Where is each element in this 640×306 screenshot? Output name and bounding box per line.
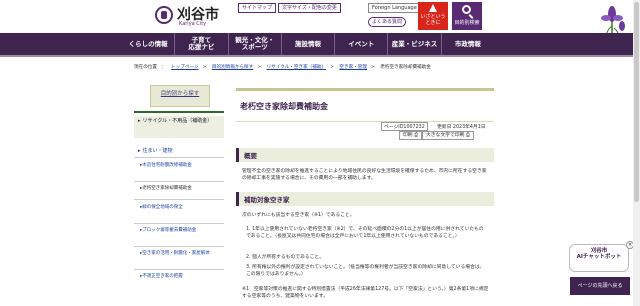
printer-icon: ⎙ xyxy=(414,133,418,138)
updated-date: 更新日 2023年4月1日 xyxy=(437,125,486,130)
nav-underline xyxy=(0,55,640,57)
large-print-label: 大きな文字で印刷 xyxy=(426,133,465,138)
foreign-language-link[interactable]: Foreign Language xyxy=(368,3,421,13)
breadcrumb-link[interactable]: リサイクル・空き家（補助） xyxy=(267,65,327,70)
nav-city-admin[interactable]: 市政情報 xyxy=(442,33,494,55)
site-header: 刈谷市 Kariya City サイトマップ 文字サイズ・配色の変更 Forei… xyxy=(0,0,640,44)
ai-chatbot-button[interactable]: 刈谷市 AIチャットボット × xyxy=(569,241,634,272)
global-nav: くらしの情報 子育て 応援ナビ 観光・文化・ スポーツ 施設情報 イベント 産業… xyxy=(122,33,494,55)
sidebar-item-label: 住まい・建物 xyxy=(142,148,173,154)
sidebar-subitem[interactable]: ▸木造住宅耐震改修補助金 xyxy=(140,163,220,169)
nav-events[interactable]: イベント xyxy=(335,33,389,55)
main-content: 老朽空き家除却費補助金 ページID1007232 更新日 2023年4月1日 印… xyxy=(236,80,494,306)
site-logo[interactable]: 刈谷市 Kariya City xyxy=(155,4,225,30)
breadcrumb-link[interactable]: トップページ xyxy=(171,65,198,70)
city-emblem-icon xyxy=(155,6,173,24)
sidebar-item-recycle[interactable]: ▸ リサイクル・不用品（補助金） xyxy=(134,116,224,138)
sidebar-item-label: リサイクル・不用品（補助金） xyxy=(142,118,213,124)
sidebar-header-label: 目的別から探す xyxy=(160,91,200,97)
eligibility-item: 2. 個人が所有するものであること。 xyxy=(246,255,325,260)
breadcrumb-link[interactable]: 目的別情報から探す xyxy=(212,65,253,70)
nav-facilities[interactable]: 施設情報 xyxy=(282,33,336,55)
arrow-icon: ▸ xyxy=(138,118,141,124)
printer-icon: ⎙ xyxy=(465,133,470,138)
sidebar-subitem-label: ブロック塀等撤去費補助金 xyxy=(142,228,197,233)
page: 刈谷市 Kariya City サイトマップ 文字サイズ・配色の変更 Forei… xyxy=(0,0,640,306)
purpose-search-button[interactable]: 目的別検索 xyxy=(452,2,482,30)
back-to-top-button[interactable]: ページの先頭へ戻る xyxy=(570,277,630,295)
nav-living[interactable]: くらしの情報 xyxy=(122,33,176,55)
faq-link[interactable]: よくある質問 xyxy=(368,17,407,27)
large-print-button[interactable]: 大きな文字で印刷 ⎙ xyxy=(422,131,474,140)
sidebar-subitem-label: 木造住宅耐震改修補助金 xyxy=(142,163,192,168)
eligibility-item: 1. 1年以上使用されていない老朽空き家（※2）で、その延べ面積の2分の1以上が… xyxy=(246,227,484,239)
eligibility-note: ※1 空家等対策の推進に関する特別措置法（平成26年法律第127号。以下「空家法… xyxy=(242,287,489,299)
overview-text: 管理不全の空き家の除却を推進することにより地域住民の良好な生活環境を確保するため… xyxy=(242,169,487,181)
eligibility-intro: 次のいずれにも該当する空き家（※1）であること。 xyxy=(242,213,355,218)
page-title-box: 老朽空き家除却費補助金 xyxy=(236,88,494,122)
logo-sub: Kariya City xyxy=(179,21,207,27)
sidebar-header[interactable]: 目的別から探す xyxy=(150,85,210,107)
faq-label: よくある質問 xyxy=(372,19,403,25)
section-heading: 概要 xyxy=(236,148,494,162)
emergency-button[interactable]: いざという ときに xyxy=(418,2,448,30)
sidebar-subitem-current[interactable]: ▸老朽空き家除却費補助金 xyxy=(140,186,220,192)
arrow-icon: ▸ xyxy=(138,148,141,154)
sidebar-divider xyxy=(134,181,224,182)
sidebar-divider xyxy=(134,246,224,247)
sidebar-subitem-label: 不適正空き家の把握 xyxy=(142,274,183,279)
page-title: 老朽空き家除却費補助金 xyxy=(240,102,328,111)
sidebar-divider xyxy=(134,157,224,158)
section-heading-text: 概要 xyxy=(244,152,257,160)
sidebar-rule xyxy=(134,111,224,113)
page-id: ページID1007232 xyxy=(381,122,428,131)
sidebar-subitem[interactable]: ▸不適正空き家の把握 xyxy=(140,274,220,280)
breadcrumb: 現在の位置： トップページ > 目的別情報から探す > リサイクル・空き家（補助） >… xyxy=(134,65,431,70)
breadcrumb-link[interactable]: 空き家・管理 xyxy=(339,65,367,70)
back-to-top-label: ページの先頭へ戻る xyxy=(577,283,623,289)
nav-business[interactable]: 産業・ビジネス xyxy=(388,33,442,55)
section-heading-text: 補助対象空き家 xyxy=(244,196,290,204)
sidebar-divider xyxy=(134,223,224,224)
sidebar-item-housing[interactable]: ▸ 住まい・建物 xyxy=(134,147,224,154)
breadcrumb-current-label: 現在の位置 xyxy=(134,65,157,70)
print-button[interactable]: 印刷 ⎙ xyxy=(399,131,422,140)
scrollbar-thumb[interactable] xyxy=(634,2,639,202)
emergency-label: いざという ときに xyxy=(420,14,446,26)
sidebar: 目的別から探す ▸ リサイクル・不用品（補助金） ▸ 住まい・建物 ▸木造住宅耐震改… xyxy=(134,83,224,306)
print-label: 印刷 xyxy=(403,133,413,138)
sidebar-subitem[interactable]: ▸ブロック塀等撤去費補助金 xyxy=(140,228,220,234)
nav-childcare[interactable]: 子育て 応援ナビ xyxy=(175,33,229,55)
nav-tourism[interactable]: 観光・文化・ スポーツ xyxy=(229,33,282,55)
sidebar-divider xyxy=(134,199,224,200)
text-size-link[interactable]: 文字サイズ・配色の変更 xyxy=(278,3,341,13)
sidebar-divider xyxy=(134,269,224,270)
sidebar-subitem[interactable]: ▸緑の保全地域の保全 xyxy=(140,205,220,211)
sidebar-subitem-label: 老朽空き家除却費補助金 xyxy=(142,186,192,191)
search-label: 目的別検索 xyxy=(454,20,480,26)
sitemap-link[interactable]: サイトマップ xyxy=(238,3,277,13)
warning-icon xyxy=(429,4,437,12)
breadcrumb-current: 老朽空き家除却費補助金 xyxy=(380,65,431,70)
scrollbar[interactable] xyxy=(633,0,640,306)
search-icon xyxy=(462,5,471,14)
sidebar-subitem-label: 緑の保全地域の保全 xyxy=(142,205,183,210)
sidebar-subitem-label: 空き家の活用・耐震化・家屋解体 xyxy=(142,251,210,256)
sidebar-subitem[interactable]: ▸空き家の活用・耐震化・家屋解体 xyxy=(140,251,220,257)
section-heading: 補助対象空き家 xyxy=(236,192,494,206)
eligibility-item: 3. 所有権以外の権利が設定されていないこと。（抵当権等の権利者が当該空き家の除… xyxy=(246,265,485,277)
ai-chatbot-label: 刈谷市 AIチャットボット xyxy=(576,248,622,260)
